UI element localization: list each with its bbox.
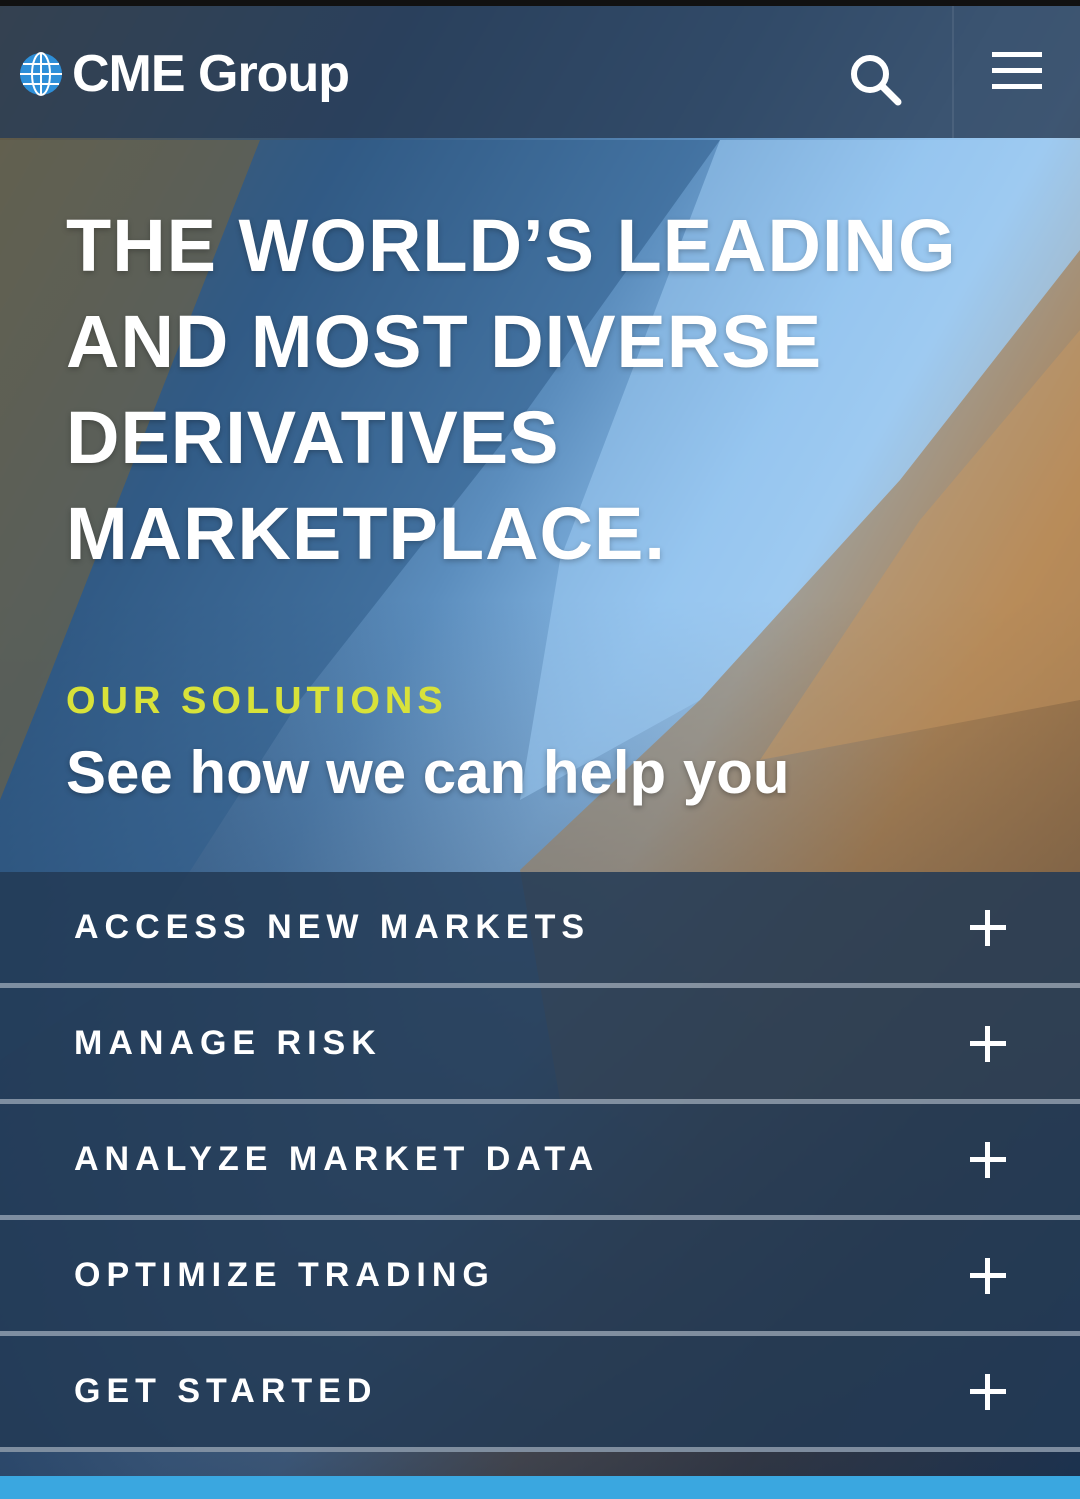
brand-name: CME Group bbox=[72, 45, 350, 103]
header-divider bbox=[952, 6, 954, 138]
search-button[interactable] bbox=[848, 52, 904, 108]
accordion-item-manage-risk[interactable]: MANAGE RISK bbox=[0, 988, 1080, 1104]
accordion-item-get-started[interactable]: GET STARTED bbox=[0, 1336, 1080, 1452]
plus-icon bbox=[970, 1026, 1006, 1062]
plus-icon bbox=[970, 1258, 1006, 1294]
plus-icon bbox=[970, 910, 1006, 946]
solutions-accordion: ACCESS NEW MARKETS MANAGE RISK ANALYZE M… bbox=[0, 872, 1080, 1452]
accordion-label: MANAGE RISK bbox=[74, 1024, 382, 1062]
hero-title-line: MARKETPLACE. bbox=[66, 492, 666, 575]
solutions-kicker: OUR SOLUTIONS bbox=[66, 680, 448, 722]
accordion-label: ACCESS NEW MARKETS bbox=[74, 908, 591, 946]
accordion-label: GET STARTED bbox=[74, 1372, 378, 1410]
hero-title-line: THE WORLD’S LEADING bbox=[66, 204, 957, 287]
page: CME Group THE WORLD’S LEADING AND MOST D… bbox=[0, 0, 1080, 1499]
bottom-accent-bar bbox=[0, 1476, 1080, 1499]
hero-title-line: DERIVATIVES bbox=[66, 396, 560, 479]
menu-button[interactable] bbox=[990, 50, 1046, 94]
accordion-item-analyze-market-data[interactable]: ANALYZE MARKET DATA bbox=[0, 1104, 1080, 1220]
plus-icon bbox=[970, 1142, 1006, 1178]
search-icon bbox=[851, 55, 902, 106]
brand-logo[interactable]: CME Group bbox=[18, 44, 350, 104]
plus-icon bbox=[970, 1374, 1006, 1410]
accordion-item-optimize-trading[interactable]: OPTIMIZE TRADING bbox=[0, 1220, 1080, 1336]
accordion-label: OPTIMIZE TRADING bbox=[74, 1256, 495, 1294]
hero-title: THE WORLD’S LEADING AND MOST DIVERSE DER… bbox=[66, 198, 1026, 582]
globe-logo-icon bbox=[20, 52, 62, 96]
accordion-label: ANALYZE MARKET DATA bbox=[74, 1140, 600, 1178]
hamburger-menu-icon bbox=[992, 52, 1042, 89]
solutions-subtitle: See how we can help you bbox=[66, 739, 790, 806]
accordion-item-access-new-markets[interactable]: ACCESS NEW MARKETS bbox=[0, 872, 1080, 988]
hero-title-line: AND MOST DIVERSE bbox=[66, 300, 823, 383]
